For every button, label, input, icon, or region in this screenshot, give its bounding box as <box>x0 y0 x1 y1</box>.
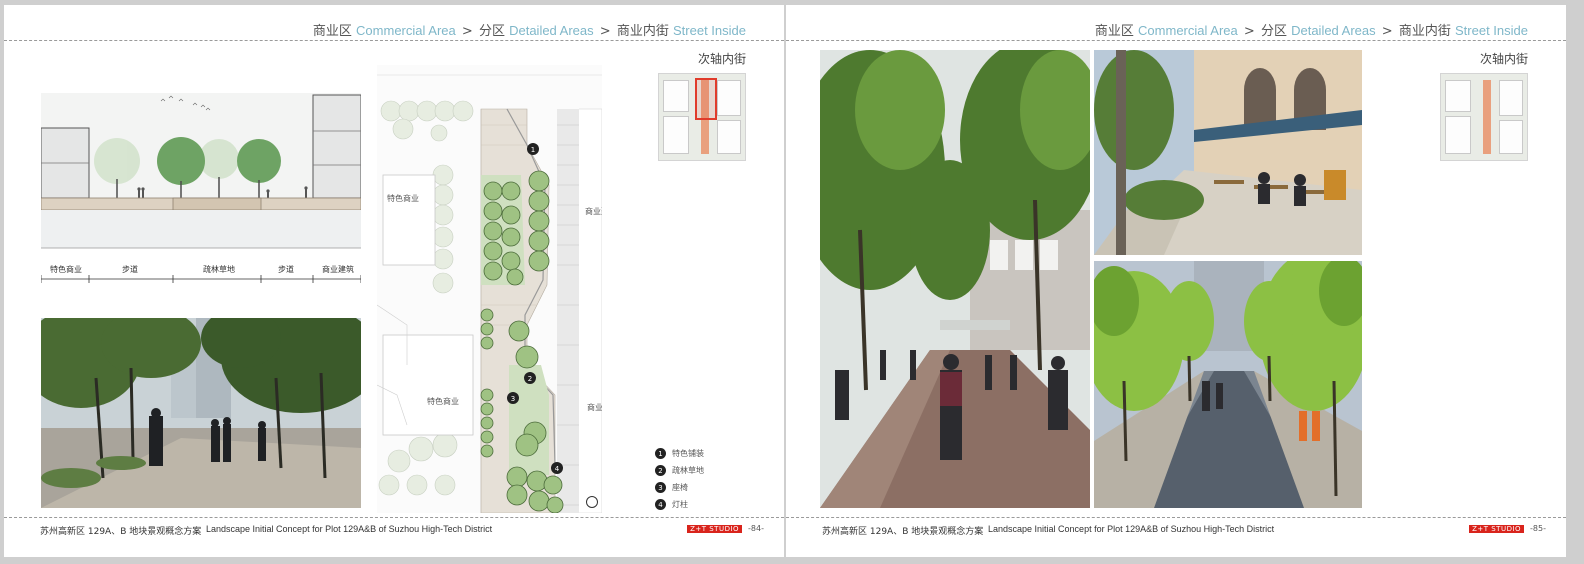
footer-divider <box>4 517 784 518</box>
footer-project-cn: 苏州高新区 129A、B 地块景观概念方案 <box>822 527 984 537</box>
left-page: 商业区 Commercial Area > 分区 Detailed Areas … <box>4 5 784 557</box>
page-subheading: 次轴内街 <box>697 52 746 66</box>
section-label: 步道 <box>278 265 294 274</box>
page-number: -85- <box>1530 524 1546 533</box>
plan-label-commercial-building: 商业建筑 <box>587 403 602 412</box>
plan-label-commercial-building: 商业建筑 <box>585 207 602 216</box>
section-drawing <box>40 83 362 283</box>
legend-number: 2 <box>655 465 666 476</box>
legend-item: 2 疏林草地 <box>655 462 704 479</box>
studio-logo: Z+T STUDIO <box>1469 524 1525 533</box>
breadcrumb-level3-en: Street Inside <box>1455 23 1528 38</box>
pedestrian-street-photo <box>820 50 1090 508</box>
breadcrumb-level2-cn: 分区 <box>1260 24 1287 39</box>
breadcrumb-separator: > <box>1381 24 1393 39</box>
plan-label-feature-commercial: 特色商业 <box>387 194 419 203</box>
legend-label: 灯柱 <box>672 500 688 509</box>
legend-item: 1 特色铺装 <box>655 445 704 462</box>
key-map <box>1440 73 1528 161</box>
breadcrumb-level1-en: Commercial Area <box>356 23 456 38</box>
outdoor-cafe-photo <box>1094 50 1362 255</box>
page-subheading: 次轴内街 <box>1479 52 1528 66</box>
breadcrumb-level2-en: Detailed Areas <box>509 23 594 38</box>
footer-project-en: Landscape Initial Concept for Plot 129A&… <box>988 524 1275 534</box>
street-section-elevation: 特色商业 步道 疏林草地 步道 商业建筑 <box>40 83 362 283</box>
section-label: 步道 <box>122 265 138 274</box>
breadcrumb-level2-en: Detailed Areas <box>1291 23 1376 38</box>
legend-label: 座椅 <box>672 483 688 492</box>
header-divider <box>4 40 784 41</box>
studio-logo: Z+T STUDIO <box>687 524 743 533</box>
footer-brand: Z+T STUDIO -85- <box>1469 524 1546 533</box>
footer-brand: Z+T STUDIO -84- <box>687 524 764 533</box>
breadcrumb: 商业区 Commercial Area > 分区 Detailed Areas … <box>313 20 746 39</box>
breadcrumb-separator: > <box>461 24 473 39</box>
breadcrumb-level3-cn: 商业内街 <box>1398 24 1451 39</box>
plan-marker: 3 <box>511 395 515 403</box>
street-photo-trees <box>41 318 361 508</box>
breadcrumb-level2-cn: 分区 <box>478 24 505 39</box>
page-number: -84- <box>748 524 764 533</box>
breadcrumb: 商业区 Commercial Area > 分区 Detailed Areas … <box>1095 20 1528 39</box>
plan-marker: 2 <box>528 375 532 383</box>
legend-number: 4 <box>655 499 666 510</box>
plan-marker: 4 <box>555 465 560 473</box>
breadcrumb-separator: > <box>599 24 611 39</box>
breadcrumb-separator: > <box>1243 24 1255 39</box>
legend-label: 疏林草地 <box>672 466 704 475</box>
header-divider <box>786 40 1566 41</box>
key-map-highlight <box>1483 80 1491 154</box>
legend-item: 3 座椅 <box>655 479 704 496</box>
breadcrumb-level1-cn: 商业区 <box>1094 24 1134 39</box>
breadcrumb-level3-en: Street Inside <box>673 23 746 38</box>
legend-number: 3 <box>655 482 666 493</box>
section-label: 疏林草地 <box>203 265 235 274</box>
section-label: 商业建筑 <box>322 265 354 274</box>
breadcrumb-level3-cn: 商业内街 <box>616 24 669 39</box>
tree-lined-street-photo <box>1094 261 1362 508</box>
plan-label-feature-commercial: 特色商业 <box>427 397 459 406</box>
site-plan: 1 2 3 4 特色商业 商业建筑 特色商业 商业建筑 <box>377 65 602 513</box>
key-map-highlight <box>695 78 717 120</box>
plan-legend: 1 特色铺装 2 疏林草地 3 座椅 4 灯柱 <box>655 445 704 513</box>
footer-project-en: Landscape Initial Concept for Plot 129A&… <box>206 524 493 534</box>
breadcrumb-level1-en: Commercial Area <box>1138 23 1238 38</box>
footer-divider <box>786 517 1566 518</box>
site-plan-drawing: 1 2 3 4 <box>377 65 602 513</box>
breadcrumb-level1-cn: 商业区 <box>312 24 352 39</box>
legend-number: 1 <box>655 448 666 459</box>
north-arrow-icon <box>586 496 598 508</box>
footer-project-cn: 苏州高新区 129A、B 地块景观概念方案 <box>40 527 202 537</box>
key-map <box>658 73 746 161</box>
legend-label: 特色铺装 <box>672 449 704 458</box>
section-label: 特色商业 <box>50 265 82 274</box>
legend-item: 4 灯柱 <box>655 496 704 513</box>
plan-marker: 1 <box>531 146 535 154</box>
right-page: 商业区 Commercial Area > 分区 Detailed Areas … <box>786 5 1566 557</box>
